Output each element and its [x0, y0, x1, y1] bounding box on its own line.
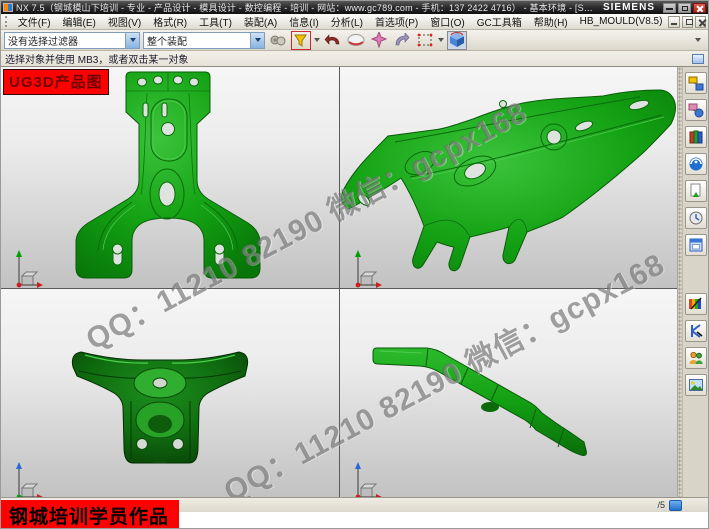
- chevron-down-icon[interactable]: [250, 33, 264, 48]
- siemens-logo: SIEMENS: [603, 2, 655, 13]
- restore-icon[interactable]: [678, 3, 691, 13]
- visualization-image-icon[interactable]: [685, 374, 707, 396]
- rectangle-select-icon[interactable]: [415, 31, 435, 50]
- graphics-area: QQ：11210 82190 微信：gcpx168 QQ：11210 82190…: [1, 67, 708, 497]
- toolbar-options-icon[interactable]: [695, 38, 701, 42]
- system-scenes-icon[interactable]: [685, 234, 707, 256]
- menu-format[interactable]: 格式(R): [147, 13, 193, 30]
- menu-edit[interactable]: 编辑(E): [57, 13, 102, 30]
- menu-preferences[interactable]: 首选项(P): [369, 13, 424, 30]
- model-side-view[interactable]: [340, 289, 677, 497]
- type-filter-value: 没有选择过滤器: [5, 33, 125, 48]
- nx-app-icon: [3, 3, 13, 12]
- child-restore-icon[interactable]: [682, 16, 693, 28]
- snap-point-icon[interactable]: [268, 31, 288, 50]
- selection-scope-value: 整个装配: [144, 33, 250, 48]
- nx-application-window: NX 7.5（钢城模山下培训 - 专业 - 产品设计 - 模具设计 - 数控编程…: [0, 0, 709, 529]
- chevron-down-icon[interactable]: [314, 38, 320, 42]
- fit-view-icon[interactable]: [369, 31, 389, 50]
- annotation-student-work-label: 钢城培训学员作品: [1, 500, 179, 529]
- menu-grip[interactable]: [5, 16, 8, 27]
- constraint-navigator-icon[interactable]: [685, 99, 707, 121]
- menu-information[interactable]: 信息(I): [283, 13, 324, 30]
- dialog-rail-icon[interactable]: [692, 54, 704, 64]
- palette-icon[interactable]: [685, 293, 707, 315]
- viewport-top[interactable]: [1, 289, 339, 497]
- bent-arrow-icon[interactable]: [392, 31, 412, 50]
- menu-tools[interactable]: 工具(T): [193, 13, 238, 30]
- annotation-ug3d-label: UG3D产品图: [3, 69, 109, 95]
- csys-triad-icon: [348, 459, 384, 497]
- history-icon[interactable]: [685, 207, 707, 229]
- undo-icon[interactable]: [323, 31, 343, 50]
- viewport-grid: QQ：11210 82190 微信：gcpx168 QQ：11210 82190…: [1, 67, 677, 497]
- assembly-navigator-icon[interactable]: [685, 72, 707, 94]
- type-filter-combo[interactable]: 没有选择过滤器: [4, 32, 140, 49]
- menu-assemblies[interactable]: 装配(A): [238, 13, 283, 30]
- menu-analysis[interactable]: 分析(L): [325, 13, 369, 30]
- resource-bar: [683, 67, 708, 497]
- menu-hb-mould[interactable]: HB_MOULD(V8.5): [574, 15, 669, 28]
- model-isometric-view[interactable]: [340, 67, 677, 288]
- model-front-view[interactable]: [1, 67, 339, 288]
- menu-gc-toolbox[interactable]: GC工具箱: [471, 13, 528, 30]
- minimize-icon[interactable]: [663, 3, 676, 13]
- shaded-view-icon[interactable]: [447, 31, 467, 50]
- part-navigator-icon[interactable]: [685, 126, 707, 148]
- child-close-icon[interactable]: [695, 16, 706, 28]
- cue-text: 选择对象并使用 MB3，或者双击某一对象: [5, 51, 692, 66]
- cue-line: 选择对象并使用 MB3，或者双击某一对象: [1, 51, 708, 67]
- csys-triad-icon: [9, 247, 45, 288]
- customize-icon[interactable]: [685, 320, 707, 342]
- child-minimize-icon[interactable]: [668, 16, 679, 28]
- nx-tray-icon[interactable]: [669, 500, 682, 511]
- internet-explorer-icon[interactable]: [685, 153, 707, 175]
- erase-icon[interactable]: [346, 31, 366, 50]
- menu-file[interactable]: 文件(F): [12, 13, 57, 30]
- menu-bar: 文件(F) 编辑(E) 视图(V) 格式(R) 工具(T) 装配(A) 信息(I…: [1, 14, 708, 30]
- close-icon[interactable]: [693, 3, 706, 13]
- class-selection-icon[interactable]: [291, 31, 311, 50]
- menu-view[interactable]: 视图(V): [102, 13, 147, 30]
- viewport-isometric[interactable]: [340, 67, 677, 288]
- chevron-down-icon[interactable]: [125, 33, 139, 48]
- menu-help[interactable]: 帮助(H): [528, 13, 574, 30]
- selection-scope-combo[interactable]: 整个装配: [143, 32, 265, 49]
- csys-triad-icon: [348, 247, 384, 288]
- status-page-indicator: /5: [657, 500, 665, 510]
- csys-triad-icon: [9, 459, 45, 497]
- viewport-side[interactable]: [340, 289, 677, 497]
- menu-window[interactable]: 窗口(O): [424, 13, 470, 30]
- roles-icon[interactable]: [685, 347, 707, 369]
- chevron-down-icon[interactable]: [438, 38, 444, 42]
- model-top-view[interactable]: [1, 289, 339, 497]
- viewport-front[interactable]: [1, 67, 339, 288]
- reuse-library-icon[interactable]: [685, 180, 707, 202]
- selection-toolbar: 没有选择过滤器 整个装配: [1, 30, 708, 51]
